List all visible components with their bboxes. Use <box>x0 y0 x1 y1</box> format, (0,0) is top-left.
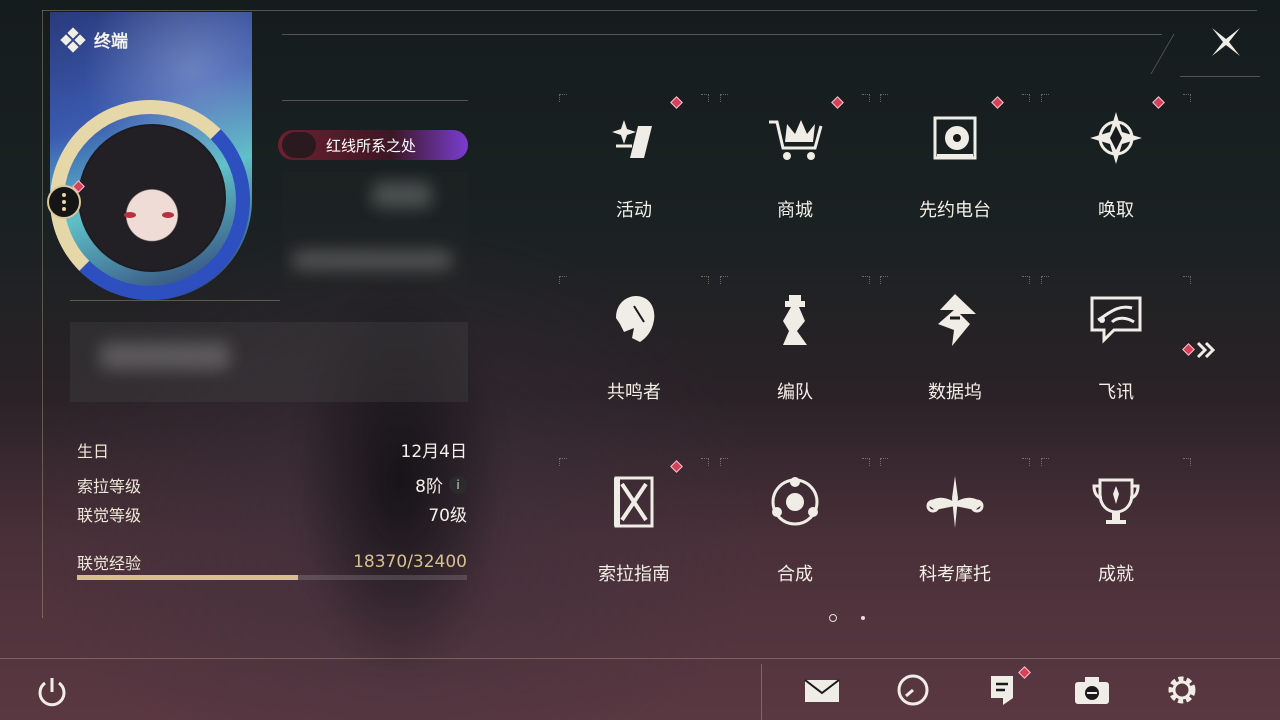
frame-left-line <box>42 10 43 618</box>
mail-icon <box>804 679 840 702</box>
blurred-signature-area <box>70 322 468 402</box>
cart-crown-icon <box>763 106 827 170</box>
compass-star-icon <box>1084 106 1148 170</box>
stat-sola-level: 索拉等级 8阶 i <box>77 472 467 497</box>
info-icon[interactable]: i <box>449 475 467 494</box>
notification-badge <box>831 96 844 109</box>
double-chevron-right-icon <box>1196 341 1216 359</box>
next-page-button[interactable] <box>1182 338 1222 362</box>
sparkle-icon <box>602 106 666 170</box>
grid-item-4[interactable]: 共鸣者 <box>559 276 709 426</box>
notification-badge <box>991 96 1004 109</box>
blurred-info-area <box>282 172 468 288</box>
grid-item-11[interactable]: 成就 <box>1041 458 1191 608</box>
trophy-icon <box>1084 470 1148 534</box>
grid-item-7[interactable]: 飞讯 <box>1041 276 1191 426</box>
page-title: 终端 <box>94 32 128 52</box>
notice-icon <box>991 676 1013 705</box>
mail-button[interactable] <box>802 670 842 710</box>
synthesis-icon <box>763 470 827 534</box>
grid-item-label: 唤取 <box>1098 200 1134 221</box>
grid-item-label: 科考摩托 <box>919 564 991 585</box>
grid-item-label: 合成 <box>777 564 813 585</box>
frame-inner-line <box>282 34 1162 35</box>
radio-vinyl-icon <box>923 106 987 170</box>
frame-top-line <box>42 10 1257 11</box>
name-tag[interactable]: 红线所系之处 <box>278 130 468 160</box>
grid-item-5[interactable]: 编队 <box>720 276 870 426</box>
grid-item-10[interactable]: 科考摩托 <box>880 458 1030 608</box>
clock-button[interactable] <box>893 670 933 710</box>
notice-button[interactable] <box>982 666 1031 710</box>
guide-book-icon <box>602 470 666 534</box>
terminal-diamond-icon <box>60 26 86 53</box>
clock-icon <box>897 674 929 706</box>
camera-button[interactable] <box>1072 670 1112 710</box>
data-dock-icon <box>923 288 987 352</box>
close-icon <box>1212 28 1240 56</box>
grid-item-label: 数据坞 <box>928 382 982 403</box>
grid-item-label: 飞讯 <box>1098 382 1134 403</box>
grid-item-label: 活动 <box>616 200 652 221</box>
grid-item-0[interactable]: 活动 <box>559 94 709 244</box>
grid-item-1[interactable]: 商城 <box>720 94 870 244</box>
name-tag-avatar <box>282 132 316 158</box>
power-button[interactable] <box>32 672 72 712</box>
notification-badge <box>1152 96 1165 109</box>
grid-item-8[interactable]: 索拉指南 <box>559 458 709 608</box>
camera-icon <box>1075 677 1109 704</box>
power-icon <box>38 678 66 707</box>
grid-item-label: 共鸣者 <box>607 382 661 403</box>
grid-item-label: 商城 <box>777 200 813 221</box>
motorbike-icon <box>923 470 987 534</box>
notification-badge <box>670 460 683 473</box>
stat-union-level: 联觉等级 70级 <box>77 505 467 527</box>
chess-piece-icon <box>763 288 827 352</box>
stat-union-exp: 联觉经验 18370/32400 <box>77 552 467 573</box>
grid-item-label: 索拉指南 <box>598 564 670 585</box>
settings-icon <box>1168 676 1196 704</box>
grid-item-label: 成就 <box>1098 564 1134 585</box>
grid-item-6[interactable]: 数据坞 <box>880 276 1030 426</box>
stat-birthday: 生日 12月4日 <box>77 441 467 463</box>
page-indicator-active[interactable] <box>829 614 837 622</box>
grid-item-3[interactable]: 唤取 <box>1041 94 1191 244</box>
name-tag-label: 红线所系之处 <box>326 136 417 155</box>
character-head-icon <box>602 288 666 352</box>
exp-progress-bar <box>77 575 467 580</box>
grid-item-label: 编队 <box>777 382 813 403</box>
avatar[interactable] <box>78 124 226 272</box>
grid-item-label: 先约电台 <box>919 200 991 221</box>
grid-item-9[interactable]: 合成 <box>720 458 870 608</box>
exp-progress-fill <box>77 575 299 580</box>
settings-button[interactable] <box>1162 670 1202 710</box>
close-button[interactable] <box>1208 24 1244 60</box>
chat-message-icon <box>1084 288 1148 352</box>
notification-badge <box>670 96 683 109</box>
grid-item-2[interactable]: 先约电台 <box>880 94 1030 244</box>
page-title-bar: 终端 <box>60 26 128 53</box>
page-indicator[interactable] <box>861 616 865 620</box>
